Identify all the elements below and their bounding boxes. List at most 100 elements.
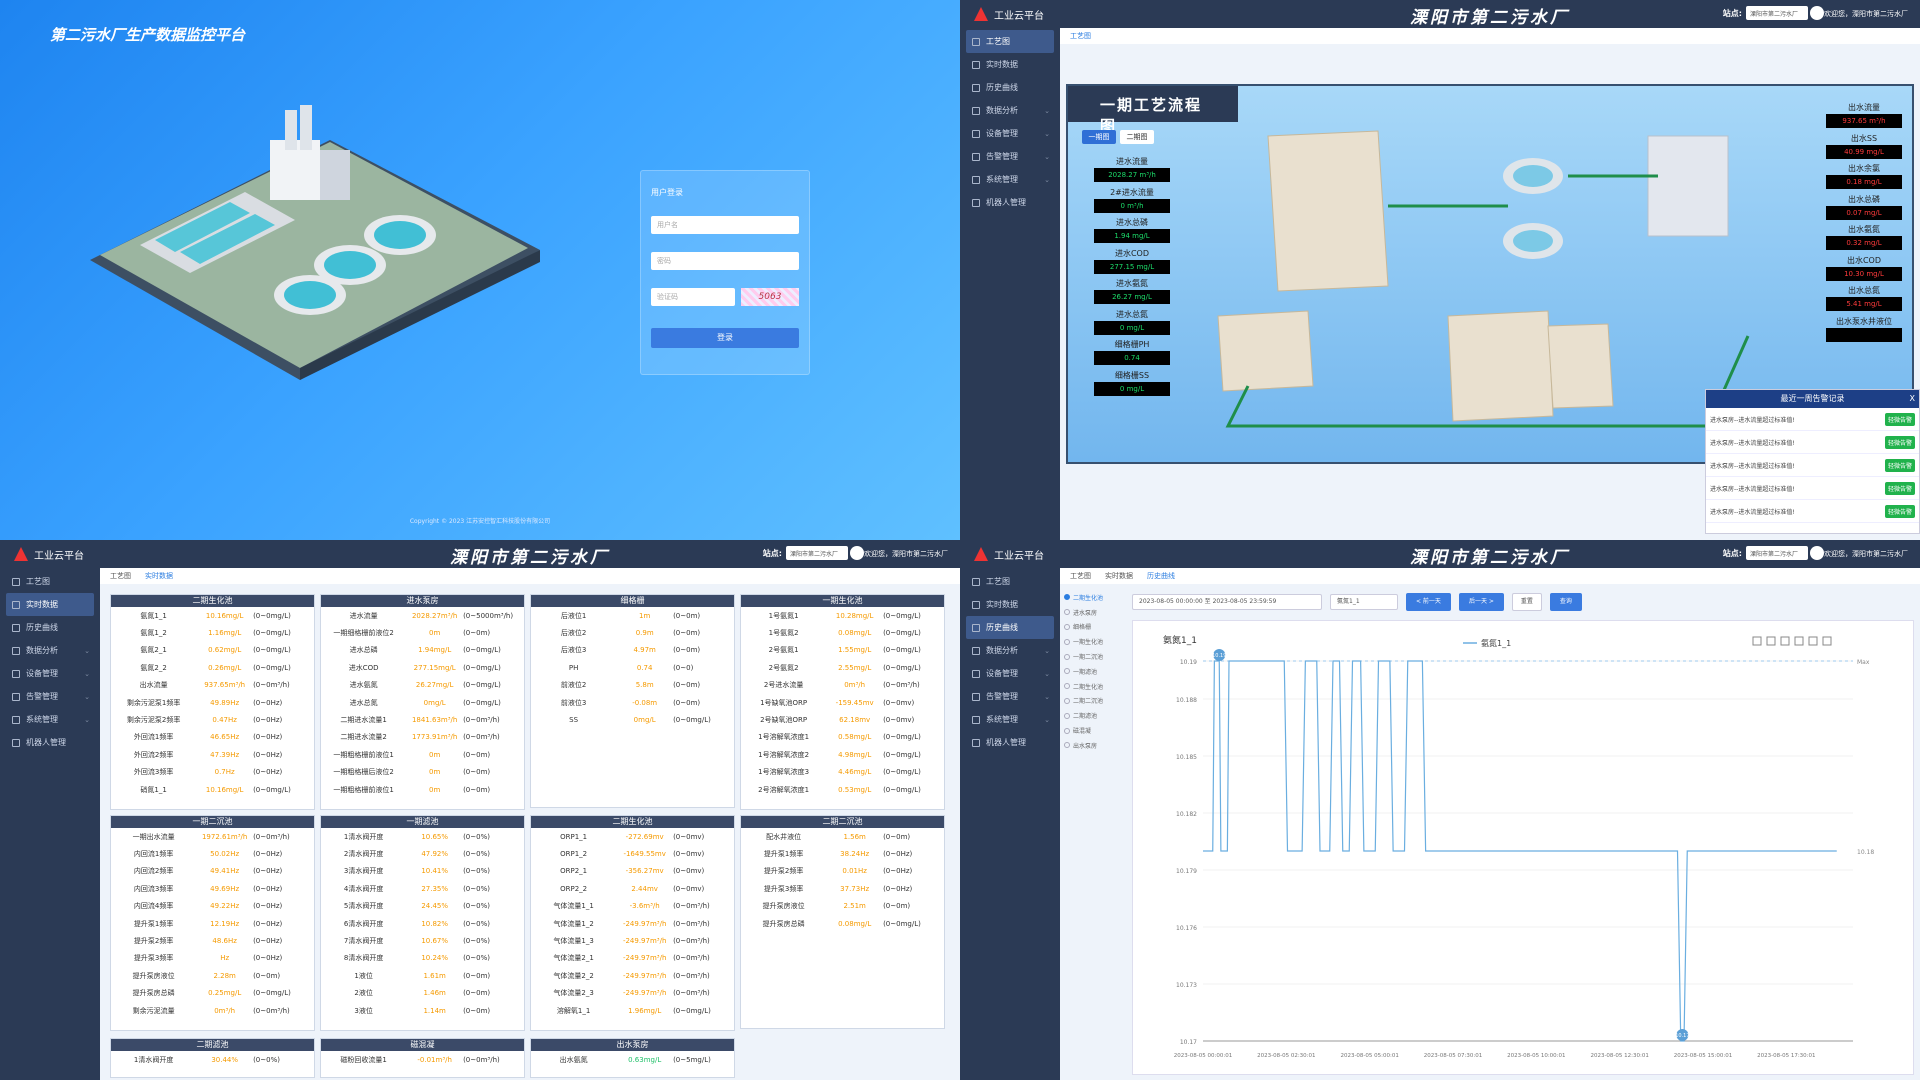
phase2-button[interactable]: 二期图 <box>1120 130 1154 144</box>
password-input[interactable]: 密码 <box>651 252 799 270</box>
tab-process[interactable]: 工艺图 <box>110 571 131 581</box>
prev-day-button[interactable]: < 前一天 <box>1406 593 1451 611</box>
tree-item[interactable]: 二期生化池 <box>1064 590 1126 605</box>
sidebar-item-0[interactable]: 工艺图 <box>960 570 1060 593</box>
sidebar-item-3[interactable]: 数据分析 ⌄ <box>960 639 1060 662</box>
reset-button[interactable]: 重置 <box>1511 593 1542 611</box>
tab-history[interactable]: 历史曲线 <box>1147 571 1175 581</box>
sidebar-item-4[interactable]: 设备管理 ⌄ <box>960 662 1060 685</box>
point-name: 3液位 <box>354 1006 373 1015</box>
sidebar-item-0[interactable]: 工艺图 <box>0 570 100 593</box>
username-input[interactable]: 用户名 <box>651 216 799 234</box>
sidebar-item-5[interactable]: 告警管理 ⌄ <box>960 685 1060 708</box>
point-value: 0.26mg/L <box>208 663 242 672</box>
station-select[interactable]: 溧阳市第二污水厂 <box>1746 546 1808 560</box>
data-row: 外回流2频率 47.39Hz (0~0Hz) <box>111 746 314 763</box>
radio-icon <box>1064 683 1070 690</box>
tree-item[interactable]: 一期生化池 <box>1064 634 1126 649</box>
alarm-row[interactable]: 进水泵房--进水流量超过标准值! 轻微告警 <box>1706 500 1919 523</box>
chevron-down-icon: ⌄ <box>84 715 90 724</box>
captcha-input[interactable]: 验证码 <box>651 288 735 306</box>
inflow-metric: 细格栅PH 0.74 <box>1094 339 1170 365</box>
next-day-button[interactable]: 后一天 > <box>1458 593 1504 611</box>
data-row: 前液位3 -0.08m (0~0m) <box>531 694 734 711</box>
sidebar-item-3[interactable]: 数据分析 ⌄ <box>0 639 100 662</box>
sidebar-item-6[interactable]: 系统管理 ⌄ <box>960 708 1060 731</box>
data-row: 6清水阀开度 10.82% (0~0%) <box>321 915 524 932</box>
alarm-row[interactable]: 进水泵房--进水流量超过标准值! 轻微告警 <box>1706 454 1919 477</box>
point-range: (0~0m) <box>463 768 491 777</box>
sidebar-item-7[interactable]: 机器人管理 <box>960 731 1060 754</box>
sidebar-item-2[interactable]: 历史曲线 <box>960 76 1060 99</box>
sidebar-item-1[interactable]: 实时数据 <box>960 593 1060 616</box>
point-range: (0~0m) <box>463 629 491 638</box>
welcome-text[interactable]: 欢迎您，溧阳市第二污水厂 <box>1824 549 1912 559</box>
sidebar-item-2[interactable]: 历史曲线 <box>0 616 100 639</box>
station-select[interactable]: 溧阳市第二污水厂 <box>786 546 848 560</box>
sidebar-item-label: 工艺图 <box>26 577 50 586</box>
query-button[interactable]: 查询 <box>1549 593 1582 611</box>
sidebar-item-2[interactable]: 历史曲线 <box>966 616 1054 639</box>
sidebar-item-6[interactable]: 系统管理 ⌄ <box>960 168 1060 191</box>
point-name: 提升泵3频率 <box>763 884 804 893</box>
sidebar-item-label: 设备管理 <box>986 129 1018 138</box>
alarm-row[interactable]: 进水泵房--进水流量超过标准值! 轻微告警 <box>1706 408 1919 431</box>
alarm-row[interactable]: 进水泵房--进水流量超过标准值! 轻微告警 <box>1706 431 1919 454</box>
sidebar-item-7[interactable]: 机器人管理 <box>0 731 100 754</box>
point-range: (0~0mg/L) <box>883 733 921 742</box>
tree-item[interactable]: 一期滤池 <box>1064 664 1126 679</box>
tree-item[interactable]: 出水泵房 <box>1064 738 1126 753</box>
point-name: 内回流4频率 <box>133 902 174 911</box>
welcome-text[interactable]: 欢迎您，溧阳市第二污水厂 <box>864 549 952 559</box>
point-range: (0~0m) <box>883 832 911 841</box>
captcha-image[interactable]: 5063 <box>741 288 799 306</box>
sidebar-item-5[interactable]: 告警管理 ⌄ <box>960 145 1060 168</box>
station-select[interactable]: 溧阳市第二污水厂 <box>1746 6 1808 20</box>
point-name: 提升泵房总磷 <box>762 919 805 928</box>
user-avatar-icon[interactable] <box>850 546 864 560</box>
tab-realtime[interactable]: 实时数据 <box>145 571 173 581</box>
sidebar-item-label: 数据分析 <box>986 646 1018 655</box>
sidebar-item-5[interactable]: 告警管理 ⌄ <box>0 685 100 708</box>
sidebar-item-4[interactable]: 设备管理 ⌄ <box>960 122 1060 145</box>
tab-process[interactable]: 工艺图 <box>1070 571 1091 581</box>
data-row: 进水氨氮 26.27mg/L (0~0mg/L) <box>321 677 524 694</box>
data-row: 1号溶解氧浓度1 0.58mg/L (0~0mg/L) <box>741 729 944 746</box>
tree-item[interactable]: 进水泵房 <box>1064 605 1126 620</box>
sidebar-item-3[interactable]: 数据分析 ⌄ <box>960 99 1060 122</box>
phase1-button[interactable]: 一期图 <box>1082 130 1116 144</box>
point-select[interactable]: 氨氮1_1 <box>1330 594 1398 610</box>
close-icon[interactable]: X <box>1910 390 1915 408</box>
data-row: 2号进水流量 0m³/h (0~0m³/h) <box>741 677 944 694</box>
point-range: (0~0mg/L) <box>463 681 501 690</box>
point-value: 0.01Hz <box>842 867 867 876</box>
tree-item[interactable]: 磁混凝 <box>1064 723 1126 738</box>
logo-icon <box>974 7 988 21</box>
sidebar-item-7[interactable]: 机器人管理 <box>960 191 1060 214</box>
sidebar-item-6[interactable]: 系统管理 ⌄ <box>0 708 100 731</box>
alarm-row[interactable]: 进水泵房--进水流量超过标准值! 轻微告警 <box>1706 477 1919 500</box>
login-button[interactable]: 登录 <box>651 328 799 348</box>
sidebar-item-1[interactable]: 实时数据 <box>6 593 94 616</box>
tree-item[interactable]: 二期滤池 <box>1064 708 1126 723</box>
users-icon <box>972 715 980 724</box>
tree-item[interactable]: 二期二沉池 <box>1064 694 1126 709</box>
date-range-input[interactable]: 2023-08-05 00:00:00 至 2023-08-05 23:59:5… <box>1132 594 1322 610</box>
sidebar-item-4[interactable]: 设备管理 ⌄ <box>0 662 100 685</box>
welcome-text[interactable]: 欢迎您，溧阳市第二污水厂 <box>1824 9 1912 19</box>
chart-line-icon <box>972 623 980 632</box>
sidebar-item-1[interactable]: 实时数据 <box>960 53 1060 76</box>
x-tick-label: 2023-08-05 02:30:01 <box>1257 1053 1315 1059</box>
card-title: 一期滤池 <box>321 816 524 828</box>
tree-item[interactable]: 细格栅 <box>1064 620 1126 635</box>
tab-process[interactable]: 工艺图 <box>1070 31 1091 41</box>
sidebar-item-0[interactable]: 工艺图 <box>966 30 1054 53</box>
tab-realtime[interactable]: 实时数据 <box>1105 571 1133 581</box>
tree-item[interactable]: 一期二沉池 <box>1064 649 1126 664</box>
user-avatar-icon[interactable] <box>1810 6 1824 20</box>
point-value: 2.44mv <box>631 884 658 893</box>
data-row: ORP1_2 -1649.55mv (0~0mv) <box>531 845 734 862</box>
tree-item[interactable]: 二期生化池 <box>1064 679 1126 694</box>
app-logo: 工业云平台 <box>960 540 1060 568</box>
user-avatar-icon[interactable] <box>1810 546 1824 560</box>
